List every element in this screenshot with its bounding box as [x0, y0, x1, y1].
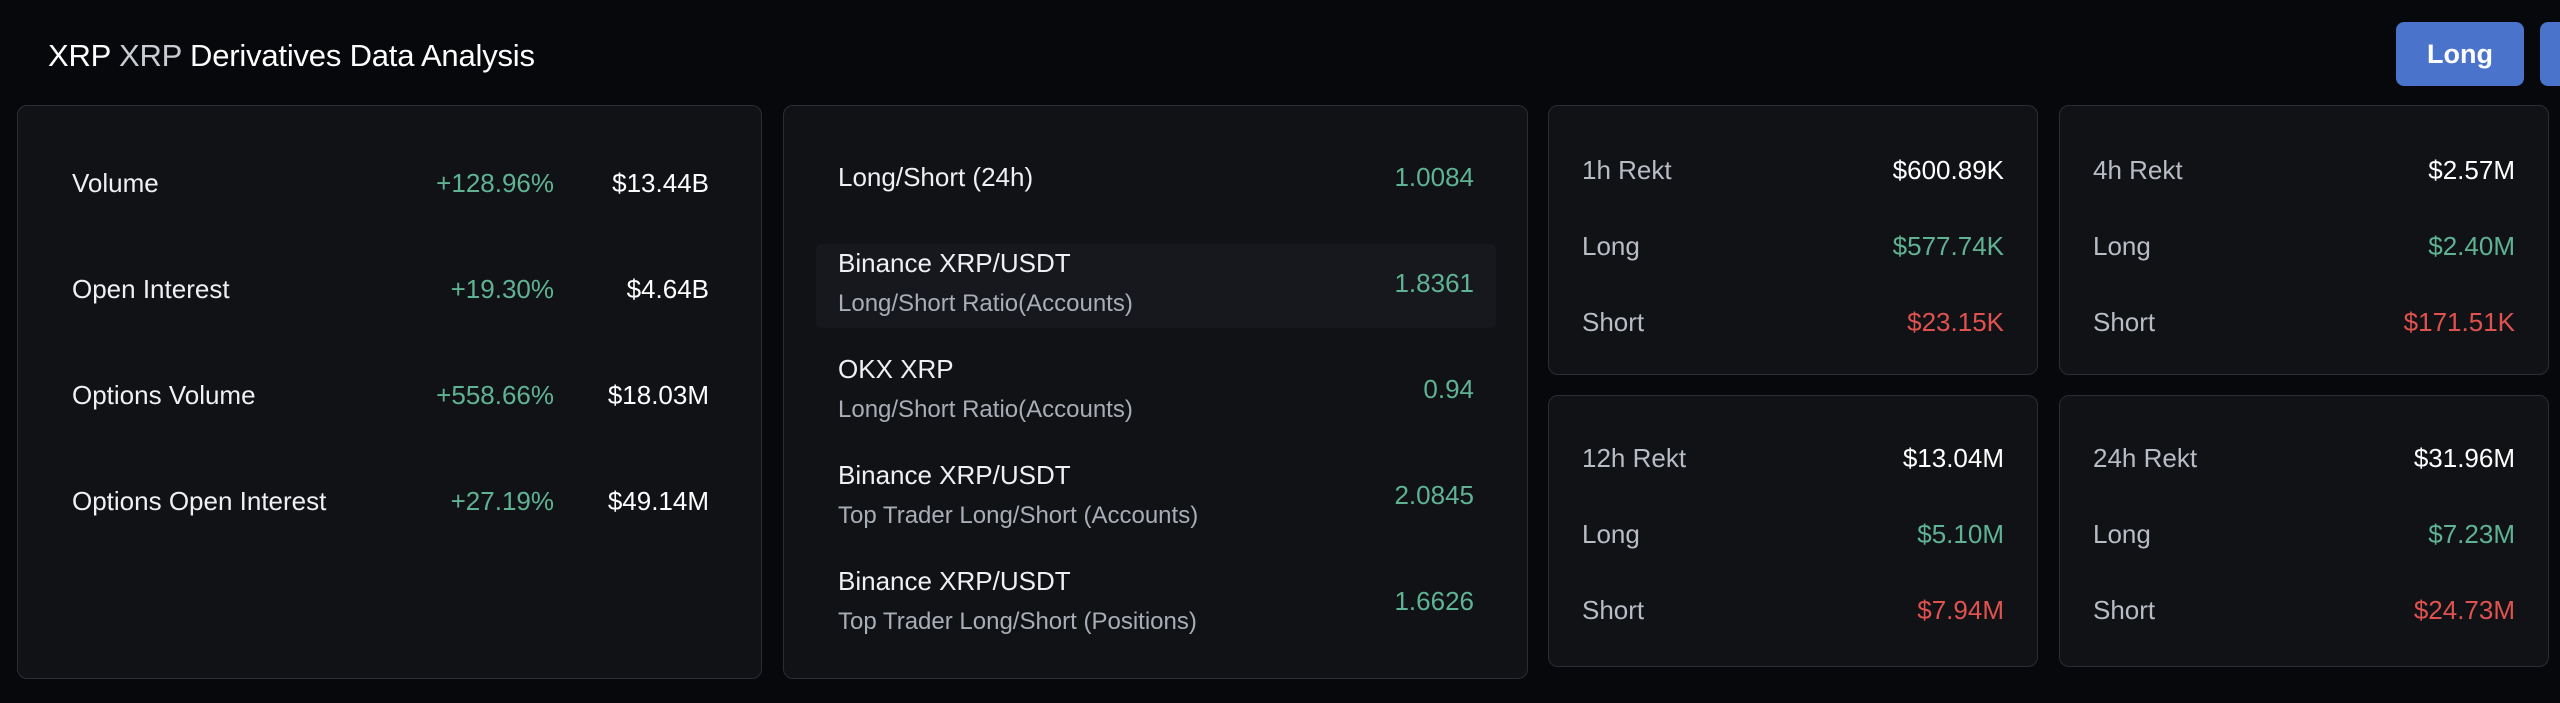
ratio-row-binance-top-accounts[interactable]: Binance XRP/USDT Top Trader Long/Short (…: [816, 456, 1496, 540]
rekt-short-row: Short $7.94M: [1549, 590, 2037, 630]
ratio-row-okx-accounts[interactable]: OKX XRP Long/Short Ratio(Accounts) 0.94: [816, 350, 1496, 434]
rekt-long-value: $7.23M: [2428, 519, 2515, 549]
rekt-long-value: $2.40M: [2428, 231, 2515, 261]
metric-label: Open Interest: [72, 274, 230, 304]
ratio-value: 2.0845: [1394, 480, 1474, 510]
metric-change: +19.30%: [450, 274, 554, 304]
ratio-value: 1.6626: [1394, 586, 1474, 616]
overview-row-volume: Volume +128.96% $13.44B: [18, 158, 761, 208]
rekt-panel-4h: 4h Rekt $2.57M Long $2.40M Short $171.51…: [2059, 105, 2549, 375]
rekt-period-label: 12h Rekt: [1582, 443, 1687, 473]
ratio-subtitle: Long/Short Ratio(Accounts): [838, 396, 1133, 423]
rekt-long-row: Long $7.23M: [2060, 514, 2548, 554]
rekt-long-label: Long: [2093, 231, 2151, 261]
coin-icon-label: XRP: [119, 38, 182, 73]
ratio-subtitle: Long/Short Ratio(Accounts): [838, 290, 1133, 317]
rekt-period-label: 24h Rekt: [2093, 443, 2198, 473]
rekt-long-row: Long $577.74K: [1549, 226, 2037, 266]
page-title: XRP XRP Derivatives Data Analysis: [48, 34, 535, 78]
rekt-total-row: 12h Rekt $13.04M: [1549, 438, 2037, 478]
coin-symbol: XRP: [48, 38, 111, 73]
rekt-period-label: 1h Rekt: [1582, 155, 1672, 185]
metric-change: +27.19%: [450, 486, 554, 516]
metric-change: +558.66%: [436, 380, 554, 410]
rekt-total-value: $2.57M: [2428, 155, 2515, 185]
rekt-short-row: Short $23.15K: [1549, 302, 2037, 342]
metric-value: $18.03M: [607, 380, 709, 410]
ratio-title: Long/Short (24h): [838, 162, 1034, 192]
rekt-total-value: $31.96M: [2413, 443, 2515, 473]
ratio-title: Binance XRP/USDT: [838, 460, 1071, 490]
rekt-total-row: 24h Rekt $31.96M: [2060, 438, 2548, 478]
long-tab-button[interactable]: Long: [2396, 22, 2524, 86]
ratio-value: 0.94: [1423, 374, 1474, 404]
overview-row-options-volume: Options Volume +558.66% $18.03M: [18, 370, 761, 420]
rekt-long-label: Long: [1582, 231, 1640, 261]
ratio-title: OKX XRP: [838, 354, 954, 384]
ratio-row-24h: Long/Short (24h) 1.0084: [816, 138, 1496, 222]
metric-change: +128.96%: [436, 168, 554, 198]
ratio-title: Binance XRP/USDT: [838, 566, 1071, 596]
rekt-short-label: Short: [1582, 595, 1645, 625]
rekt-short-value: $24.73M: [2413, 595, 2515, 625]
ratio-value: 1.0084: [1394, 162, 1474, 192]
metric-label: Volume: [72, 168, 159, 198]
ratio-title: Binance XRP/USDT: [838, 248, 1071, 278]
rekt-panel-12h: 12h Rekt $13.04M Long $5.10M Short $7.94…: [1548, 395, 2038, 667]
rekt-total-row: 4h Rekt $2.57M: [2060, 150, 2548, 190]
long-short-ratio-panel: Long/Short (24h) 1.0084 Binance XRP/USDT…: [783, 105, 1528, 679]
metric-value: $4.64B: [626, 274, 709, 304]
ratio-row-binance-top-positions[interactable]: Binance XRP/USDT Top Trader Long/Short (…: [816, 562, 1496, 646]
ratio-row-binance-accounts[interactable]: Binance XRP/USDT Long/Short Ratio(Accoun…: [816, 244, 1496, 328]
rekt-short-value: $23.15K: [1907, 307, 2004, 337]
rekt-long-row: Long $2.40M: [2060, 226, 2548, 266]
rekt-total-value: $13.04M: [1902, 443, 2004, 473]
metric-value: $13.44B: [612, 168, 709, 198]
rekt-long-label: Long: [1582, 519, 1640, 549]
rekt-total-row: 1h Rekt $600.89K: [1549, 150, 2037, 190]
rekt-short-row: Short $171.51K: [2060, 302, 2548, 342]
rekt-short-label: Short: [1582, 307, 1645, 337]
metric-label: Options Open Interest: [72, 486, 327, 516]
ratio-subtitle: Top Trader Long/Short (Accounts): [838, 502, 1199, 529]
rekt-panel-1h: 1h Rekt $600.89K Long $577.74K Short $23…: [1548, 105, 2038, 375]
derivatives-page: XRP XRP Derivatives Data Analysis Long V…: [0, 0, 2560, 703]
rekt-long-value: $5.10M: [1917, 519, 2004, 549]
short-tab-button[interactable]: [2540, 22, 2560, 86]
rekt-total-value: $600.89K: [1892, 155, 2004, 185]
rekt-short-value: $171.51K: [2403, 307, 2515, 337]
overview-row-open-interest: Open Interest +19.30% $4.64B: [18, 264, 761, 314]
rekt-long-label: Long: [2093, 519, 2151, 549]
rekt-short-label: Short: [2093, 595, 2156, 625]
metric-value: $49.14M: [607, 486, 709, 516]
rekt-long-row: Long $5.10M: [1549, 514, 2037, 554]
title-text: Derivatives Data Analysis: [190, 38, 535, 73]
rekt-period-label: 4h Rekt: [2093, 155, 2183, 185]
overview-row-options-open-interest: Options Open Interest +27.19% $49.14M: [18, 476, 761, 526]
rekt-panel-24h: 24h Rekt $31.96M Long $7.23M Short $24.7…: [2059, 395, 2549, 667]
overview-panel: Volume +128.96% $13.44B Open Interest +1…: [17, 105, 762, 679]
rekt-short-label: Short: [2093, 307, 2156, 337]
rekt-short-row: Short $24.73M: [2060, 590, 2548, 630]
ratio-value: 1.8361: [1394, 268, 1474, 298]
rekt-short-value: $7.94M: [1917, 595, 2004, 625]
rekt-long-value: $577.74K: [1892, 231, 2004, 261]
metric-label: Options Volume: [72, 380, 256, 410]
ratio-subtitle: Top Trader Long/Short (Positions): [838, 608, 1197, 635]
